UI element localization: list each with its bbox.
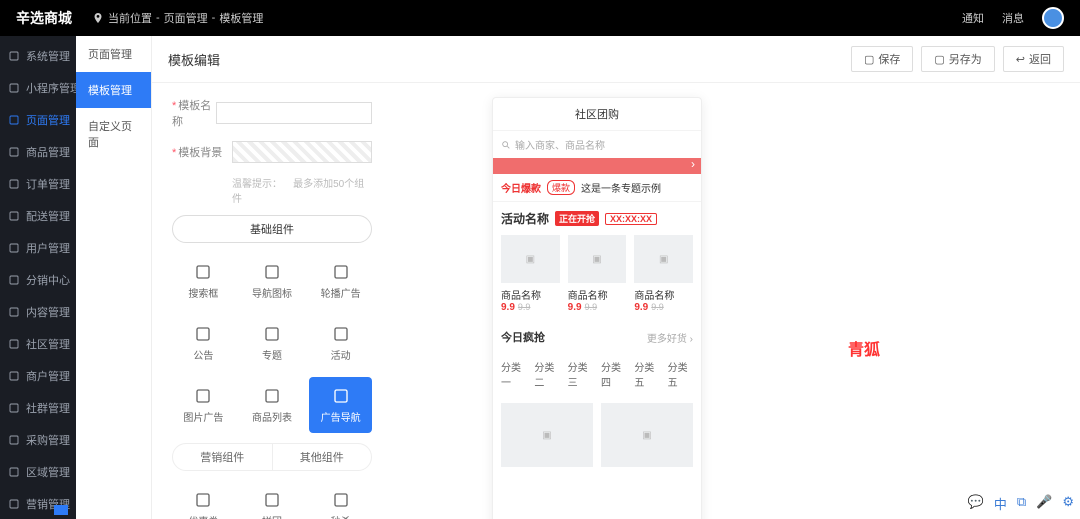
subnav-item[interactable]: 页面管理: [76, 36, 151, 72]
sidebar-item-page[interactable]: 页面管理: [0, 104, 76, 136]
category-tab[interactable]: 分类二: [534, 359, 559, 389]
watermark: 青狐: [848, 336, 880, 360]
sidebar-item-user[interactable]: 用户管理: [0, 232, 76, 264]
sidebar-item-content[interactable]: 内容管理: [0, 296, 76, 328]
seg-other[interactable]: 其他组件: [272, 444, 372, 470]
tile-activity[interactable]: 活动: [309, 315, 372, 371]
save-button[interactable]: ▢ 保存: [851, 46, 913, 72]
preview-banner[interactable]: [493, 158, 701, 174]
sidebar: 系统管理小程序管理页面管理商品管理订单管理配送管理用户管理分销中心内容管理社区管…: [0, 36, 76, 519]
saveas-button[interactable]: ▢ 另存为: [921, 46, 994, 72]
back-button[interactable]: ↩ 返回: [1003, 46, 1064, 72]
sidebar-item-gear[interactable]: 系统管理: [0, 40, 76, 72]
content-header: 模板编辑 ▢ 保存 ▢ 另存为 ↩ 返回: [152, 36, 1080, 83]
tile-adnav[interactable]: 广告导航: [309, 377, 372, 433]
subnav-item[interactable]: 模板管理: [76, 72, 151, 108]
tile-seckill[interactable]: 秒杀: [309, 481, 372, 519]
content: 模板编辑 ▢ 保存 ▢ 另存为 ↩ 返回 模板名称 模板背景 温馨提示： 最多添…: [152, 36, 1080, 519]
tile-imgad[interactable]: 图片广告: [172, 377, 235, 433]
template-bg-picker[interactable]: [232, 141, 372, 163]
template-name-input[interactable]: [216, 102, 372, 124]
sidebar-item-buy[interactable]: 采购管理: [0, 424, 76, 456]
float-tools: 💬 中 ⧉ 🎤 ⚙: [968, 494, 1074, 513]
preview-title: 社区团购: [493, 98, 701, 131]
sidebar-item-box[interactable]: 商品管理: [0, 136, 76, 168]
group-basic[interactable]: 基础组件: [172, 215, 372, 243]
category-tab[interactable]: 分类五: [668, 359, 693, 389]
seg-marketing[interactable]: 营销组件: [173, 444, 272, 470]
page-title: 模板编辑: [168, 50, 220, 69]
tile-goods[interactable]: 商品列表: [241, 377, 304, 433]
sidebar-item-mini[interactable]: 小程序管理: [0, 72, 76, 104]
tool-share-icon[interactable]: ⧉: [1017, 494, 1026, 513]
tile-notice[interactable]: 公告: [172, 315, 235, 371]
avatar[interactable]: [1042, 7, 1064, 29]
sidebar-item-area[interactable]: 区域管理: [0, 456, 76, 488]
more-link[interactable]: 更多好货 ›: [647, 330, 693, 345]
tool-gear-icon[interactable]: ⚙: [1062, 494, 1074, 513]
sidebar-item-comm[interactable]: 社区管理: [0, 328, 76, 360]
sidebar-badge: [54, 505, 68, 515]
tile-pintuan[interactable]: 拼团: [241, 481, 304, 519]
tile-swiper[interactable]: 轮播广告: [309, 253, 372, 309]
tile-nav[interactable]: 导航图标: [241, 253, 304, 309]
sidebar-item-truck[interactable]: 配送管理: [0, 200, 76, 232]
sidebar-item-order[interactable]: 订单管理: [0, 168, 76, 200]
image-placeholder: ▣: [601, 403, 693, 467]
preview-strip: 今日爆款 爆款 这是一条专题示例: [493, 174, 701, 202]
category-tab[interactable]: 分类五: [634, 359, 659, 389]
component-panel: 模板名称 模板背景 温馨提示： 最多添加50个组件 基础组件 搜索框导航图标轮播…: [172, 97, 372, 519]
preview-activity: 活动名称正在开抢XX:XX:XX ▣商品名称9.99.9▣商品名称9.99.9▣…: [493, 202, 701, 321]
breadcrumb: 当前位置 - 页面管理 - 模板管理: [92, 10, 263, 26]
goods-cell[interactable]: ▣商品名称9.99.9: [634, 235, 693, 313]
tile-coupon[interactable]: 优惠券: [172, 481, 235, 519]
preview-section: 今日疯抢 更多好货 ›: [493, 321, 701, 353]
sidebar-item-shop[interactable]: 商户管理: [0, 360, 76, 392]
goods-cell[interactable]: ▣商品名称9.99.9: [568, 235, 627, 313]
subnav-item[interactable]: 自定义页面: [76, 108, 151, 160]
top-right: 通知 消息: [962, 7, 1064, 29]
subnav: 页面管理模板管理自定义页面: [76, 36, 152, 519]
tool-chat-icon[interactable]: 💬: [968, 494, 984, 513]
brand: 辛选商城: [16, 8, 72, 28]
sidebar-item-dist[interactable]: 分销中心: [0, 264, 76, 296]
search-icon: [501, 140, 511, 150]
msg-link[interactable]: 消息: [1002, 10, 1024, 26]
goods-cell[interactable]: ▣商品名称9.99.9: [501, 235, 560, 313]
category-tab[interactable]: 分类三: [568, 359, 593, 389]
tool-lang-icon[interactable]: 中: [994, 494, 1007, 513]
notify-link[interactable]: 通知: [962, 10, 984, 26]
top-bar: 辛选商城 当前位置 - 页面管理 - 模板管理 通知 消息: [0, 0, 1080, 36]
tile-search[interactable]: 搜索框: [172, 253, 235, 309]
category-tab[interactable]: 分类四: [601, 359, 626, 389]
group-segmented: 营销组件 其他组件: [172, 443, 372, 471]
tile-topic[interactable]: 专题: [241, 315, 304, 371]
preview-categories: 分类一分类二分类三分类四分类五分类五: [493, 353, 701, 395]
preview-search[interactable]: 输入商家、商品名称: [493, 131, 701, 158]
category-tab[interactable]: 分类一: [501, 359, 526, 389]
location-icon: [92, 12, 104, 24]
tool-mic-icon[interactable]: 🎤: [1036, 494, 1052, 513]
image-placeholder: ▣: [501, 403, 593, 467]
phone-preview: 社区团购 输入商家、商品名称 今日爆款 爆款 这是一条专题示例 活动名称正在开抢…: [492, 97, 702, 519]
sidebar-item-group[interactable]: 社群管理: [0, 392, 76, 424]
